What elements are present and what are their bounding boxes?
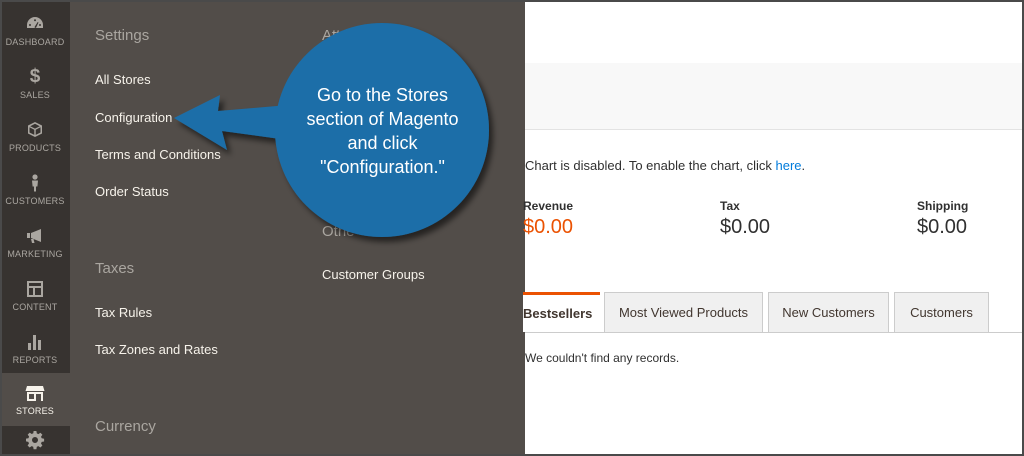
- callout-bubble: Go to the Stores section of Magento and …: [276, 24, 489, 237]
- callout-arrow: [174, 23, 489, 237]
- callout-text: Go to the Stores section of Magento and …: [306, 84, 459, 177]
